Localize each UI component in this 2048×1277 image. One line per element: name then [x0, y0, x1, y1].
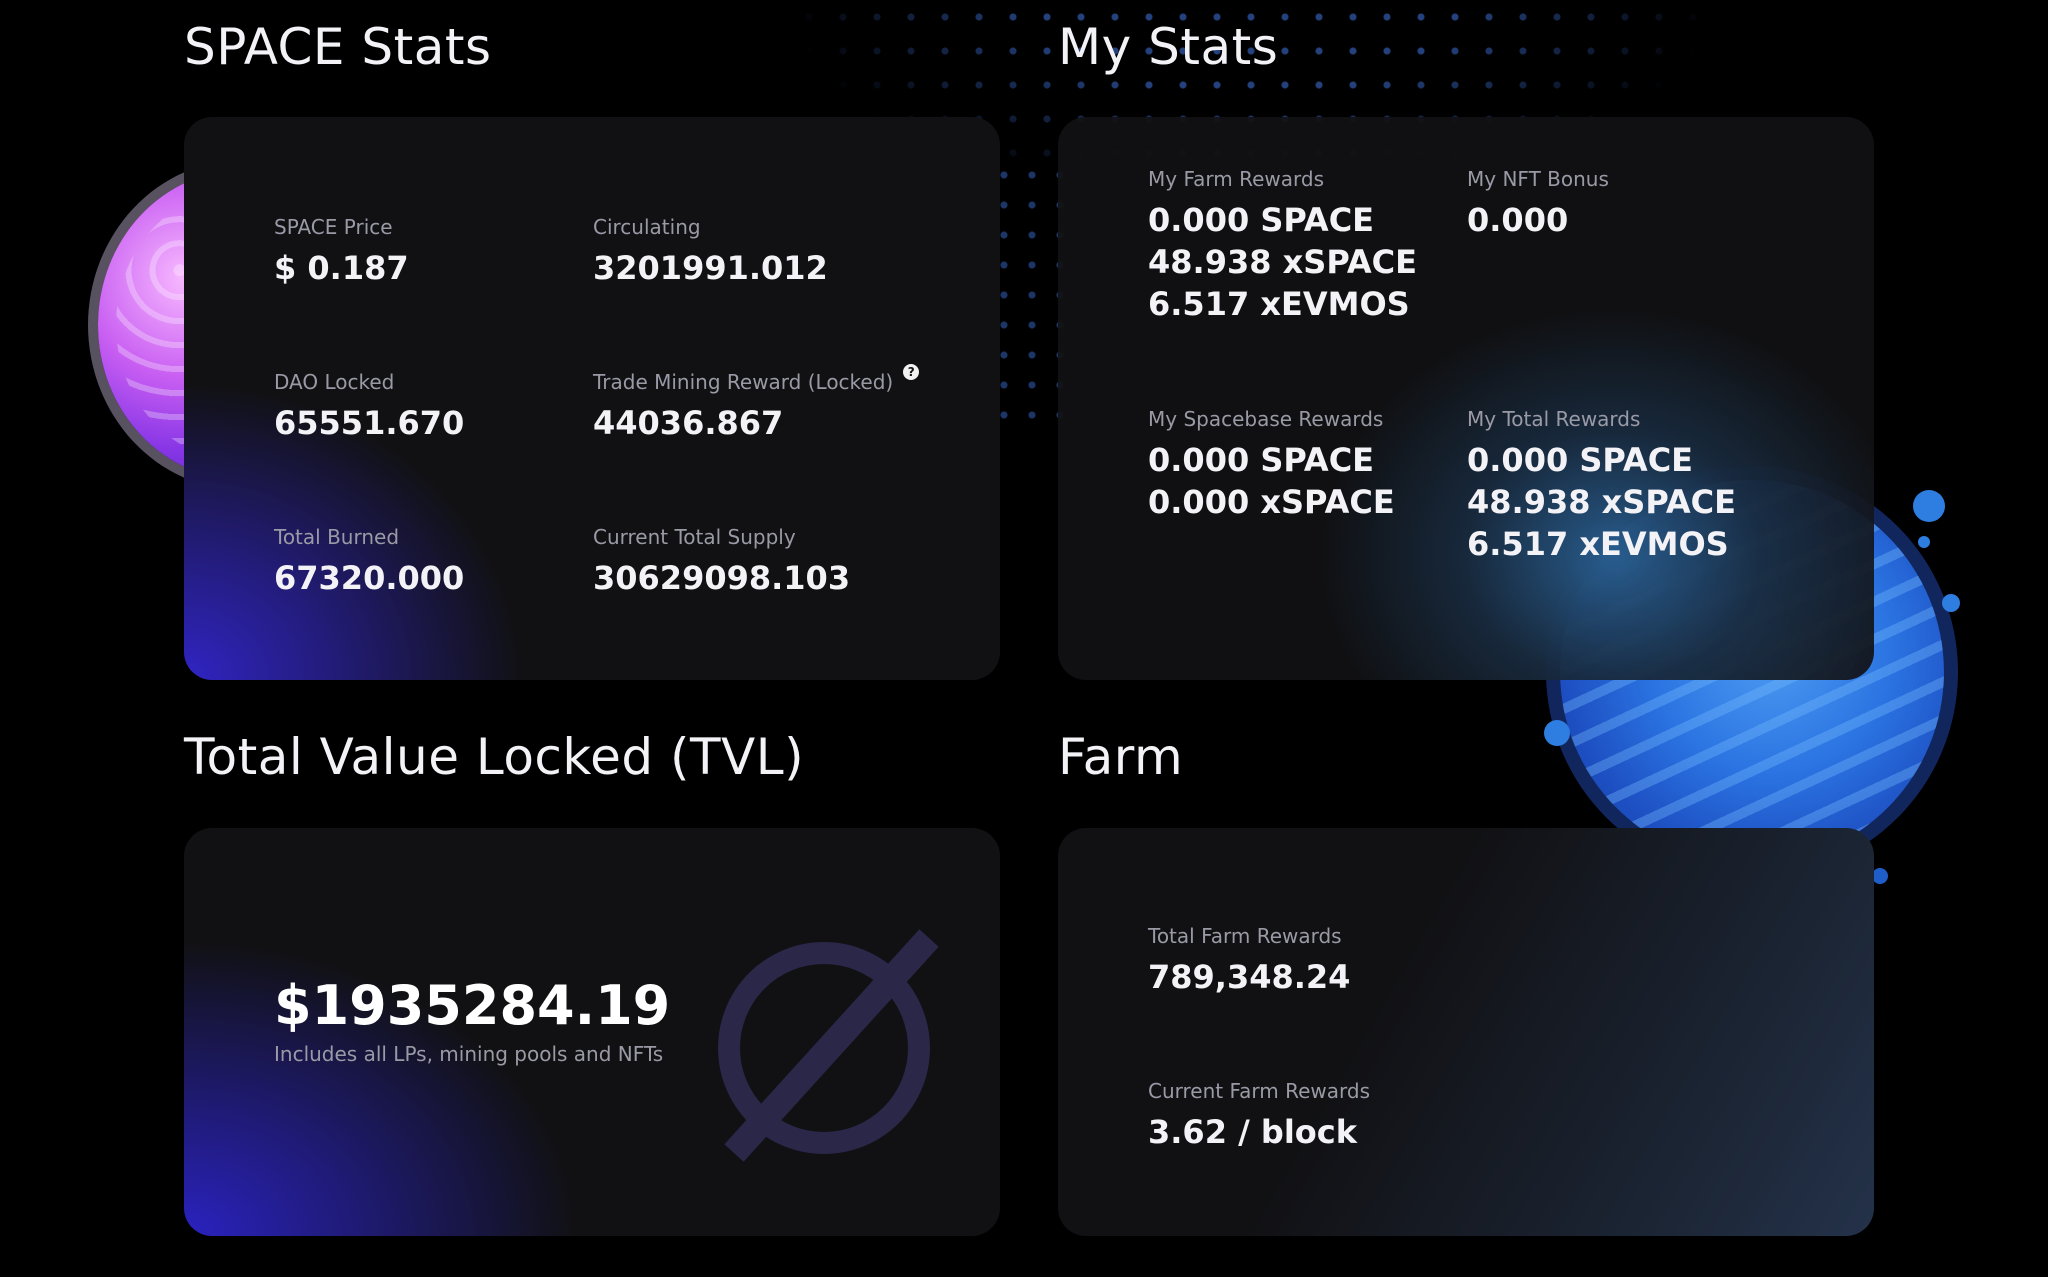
stat-my-spacebase-rewards: My Spacebase Rewards 0.000 SPACE 0.000 x…: [1148, 407, 1395, 523]
stat-my-total-rewards: My Total Rewards 0.000 SPACE 48.938 xSPA…: [1467, 407, 1736, 565]
stat-value: 67320.000: [274, 559, 465, 597]
stat-label: Circulating: [593, 215, 701, 239]
stat-value: 3201991.012: [593, 249, 828, 287]
farm-title: Farm: [1058, 728, 1184, 786]
stat-trade-mining-reward: Trade Mining Reward (Locked)? 44036.867: [593, 364, 920, 444]
stat-value: 3.62 / block: [1148, 1113, 1358, 1151]
moon-dot: [1544, 720, 1570, 746]
my-stats-card: My Farm Rewards 0.000 SPACE 48.938 xSPAC…: [1058, 117, 1874, 680]
stat-label: Trade Mining Reward (Locked)?: [593, 364, 920, 394]
stat-circulating: Circulating 3201991.012: [593, 215, 828, 289]
stat-total-farm-rewards: Total Farm Rewards 789,348.24: [1148, 924, 1350, 998]
dashboard: SPACE Stats SPACE Price $ 0.187 Circulat…: [0, 0, 2048, 1277]
stat-label: DAO Locked: [274, 370, 395, 394]
stat-total-burned: Total Burned 67320.000: [274, 525, 464, 599]
null-symbol-icon: [718, 929, 939, 1162]
stat-value: 0.000: [1467, 201, 1569, 239]
stat-value: 48.938 xSPACE: [1148, 243, 1417, 281]
stat-value: $ 0.187: [274, 249, 409, 287]
stat-value: 44036.867: [593, 404, 784, 442]
stat-label: My Spacebase Rewards: [1148, 407, 1384, 431]
space-stats-title: SPACE Stats: [184, 18, 492, 76]
tvl-card: $1935284.19 Includes all LPs, mining poo…: [184, 828, 1000, 1236]
stat-value: 0.000 SPACE: [1148, 201, 1375, 239]
stat-label: Current Farm Rewards: [1148, 1079, 1371, 1103]
stat-label: Total Farm Rewards: [1148, 924, 1342, 948]
stat-value: 6.517 xEVMOS: [1467, 525, 1729, 563]
stat-label: My NFT Bonus: [1467, 167, 1609, 191]
stat-space-price: SPACE Price $ 0.187: [274, 215, 409, 289]
stat-dao-locked: DAO Locked 65551.670: [274, 370, 464, 444]
help-icon[interactable]: ?: [903, 364, 920, 380]
stat-value: 48.938 xSPACE: [1467, 483, 1736, 521]
stat-label-text: Trade Mining Reward (Locked): [593, 370, 894, 394]
space-stats-card: SPACE Price $ 0.187 Circulating 3201991.…: [184, 117, 1000, 680]
stat-label: My Farm Rewards: [1148, 167, 1324, 191]
stat-value: 789,348.24: [1148, 958, 1351, 996]
stat-current-total-supply: Current Total Supply 30629098.103: [593, 525, 850, 599]
stat-label: Total Burned: [274, 525, 400, 549]
stat-value: 6.517 xEVMOS: [1148, 285, 1410, 323]
moon-dot: [1942, 594, 1960, 612]
moon-dot: [1918, 536, 1930, 548]
stat-value: 0.000 xSPACE: [1148, 483, 1395, 521]
stat-value: 30629098.103: [593, 559, 851, 597]
stat-value: 65551.670: [274, 404, 465, 442]
tvl-value: $1935284.19: [274, 974, 671, 1037]
farm-card: Total Farm Rewards 789,348.24 Current Fa…: [1058, 828, 1874, 1236]
stat-value: 0.000 SPACE: [1148, 441, 1375, 479]
stat-value: 0.000 SPACE: [1467, 441, 1694, 479]
moon-dot: [1913, 490, 1945, 522]
stat-my-nft-bonus: My NFT Bonus 0.000: [1467, 167, 1609, 241]
tvl-note: Includes all LPs, mining pools and NFTs: [274, 1042, 664, 1066]
moon-dot: [1872, 868, 1888, 884]
stat-current-farm-rewards: Current Farm Rewards 3.62 / block: [1148, 1079, 1370, 1153]
stat-label: SPACE Price: [274, 215, 393, 239]
stat-my-farm-rewards: My Farm Rewards 0.000 SPACE 48.938 xSPAC…: [1148, 167, 1417, 325]
my-stats-title: My Stats: [1058, 18, 1279, 76]
stat-label: Current Total Supply: [593, 525, 796, 549]
tvl-title: Total Value Locked (TVL): [184, 728, 805, 786]
stat-label: My Total Rewards: [1467, 407, 1641, 431]
